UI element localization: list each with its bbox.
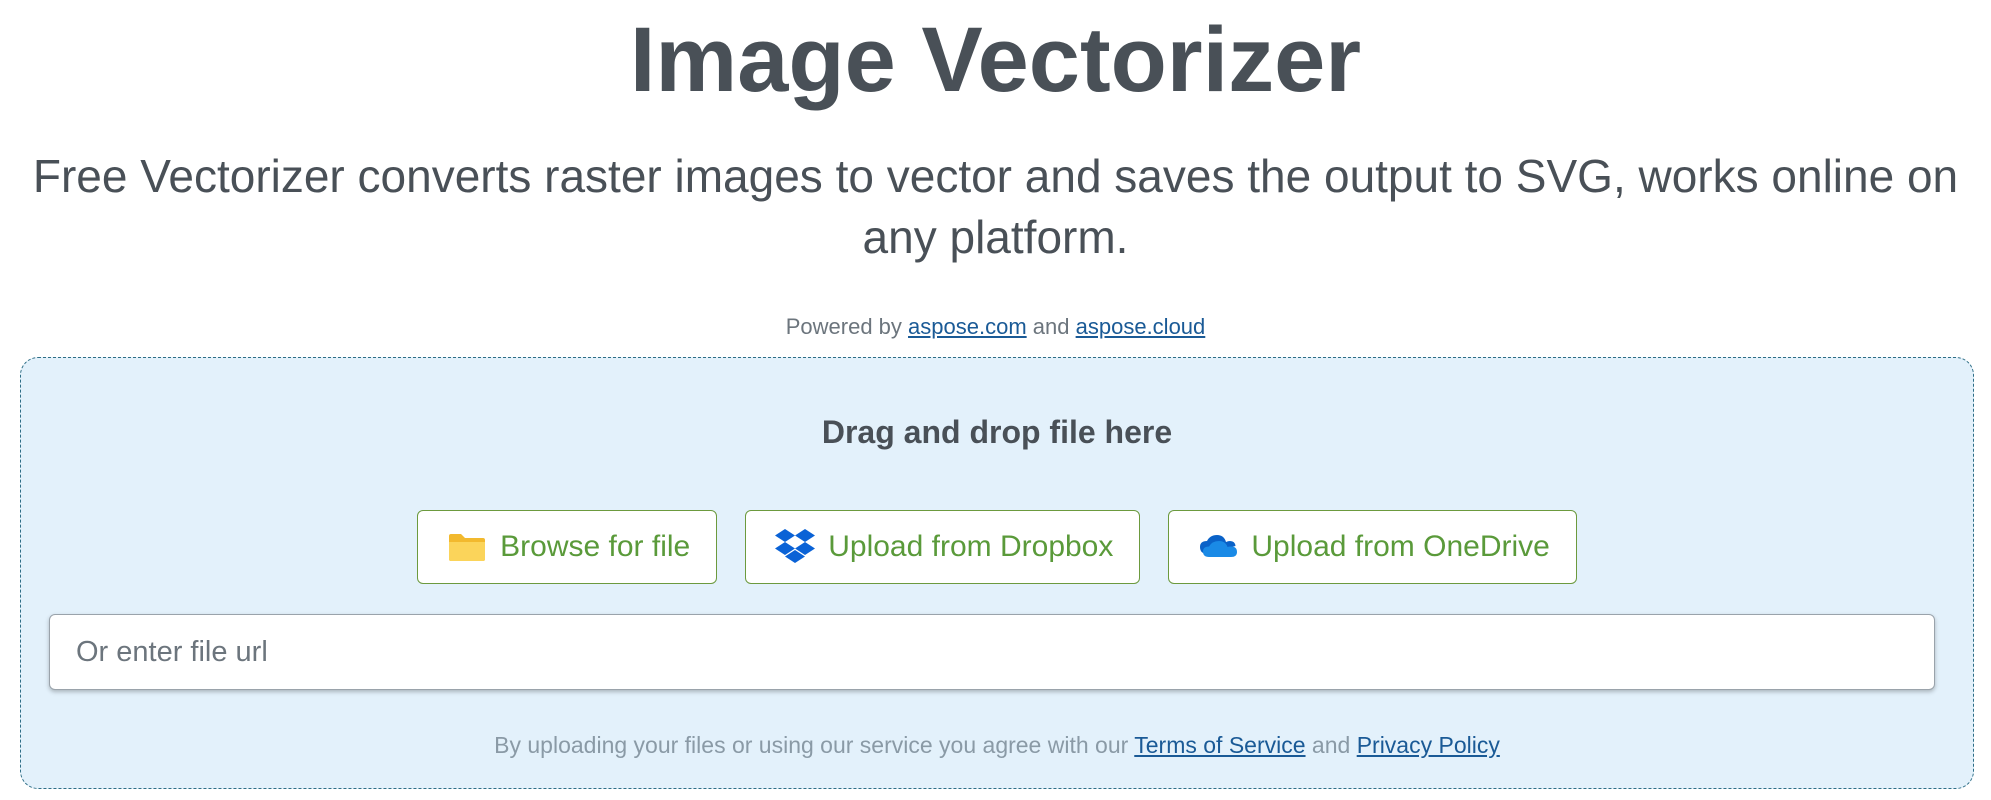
terms-prefix: By uploading your files or using our ser… bbox=[494, 732, 1129, 758]
terms-notice: By uploading your files or using our ser… bbox=[21, 731, 1973, 759]
browse-file-label: Browse for file bbox=[500, 530, 691, 563]
onedrive-upload-button[interactable]: Upload from OneDrive bbox=[1168, 510, 1577, 584]
page-subtitle: Free Vectorizer converts raster images t… bbox=[32, 150, 1959, 263]
file-dropzone[interactable]: Drag and drop file here Browse for file bbox=[20, 357, 1974, 789]
terms-and: and bbox=[1311, 732, 1351, 758]
powered-by-prefix: Powered by bbox=[785, 314, 902, 339]
dropbox-upload-label: Upload from Dropbox bbox=[828, 530, 1114, 563]
dropbox-icon bbox=[774, 526, 816, 568]
privacy-policy-link[interactable]: Privacy Policy bbox=[1357, 732, 1500, 758]
folder-icon bbox=[446, 526, 488, 568]
dropbox-upload-button[interactable]: Upload from Dropbox bbox=[745, 510, 1141, 584]
powered-by-and: and bbox=[1032, 314, 1070, 339]
onedrive-upload-label: Upload from OneDrive bbox=[1251, 530, 1550, 563]
aspose-com-link[interactable]: aspose.com bbox=[908, 314, 1027, 339]
terms-of-service-link[interactable]: Terms of Service bbox=[1134, 732, 1305, 758]
aspose-cloud-link[interactable]: aspose.cloud bbox=[1076, 314, 1206, 339]
onedrive-icon bbox=[1197, 526, 1239, 568]
page-title: Image Vectorizer bbox=[629, 9, 1362, 111]
drag-drop-label: Drag and drop file here bbox=[821, 414, 1173, 450]
page: Image Vectorizer Free Vectorizer convert… bbox=[0, 0, 1991, 800]
powered-by: Powered by aspose.com and aspose.cloud bbox=[0, 313, 1991, 341]
browse-file-button[interactable]: Browse for file bbox=[417, 510, 718, 584]
upload-button-row: Browse for file Upload from Dropbox Uplo… bbox=[21, 510, 1973, 584]
file-url-input[interactable] bbox=[49, 614, 1935, 690]
